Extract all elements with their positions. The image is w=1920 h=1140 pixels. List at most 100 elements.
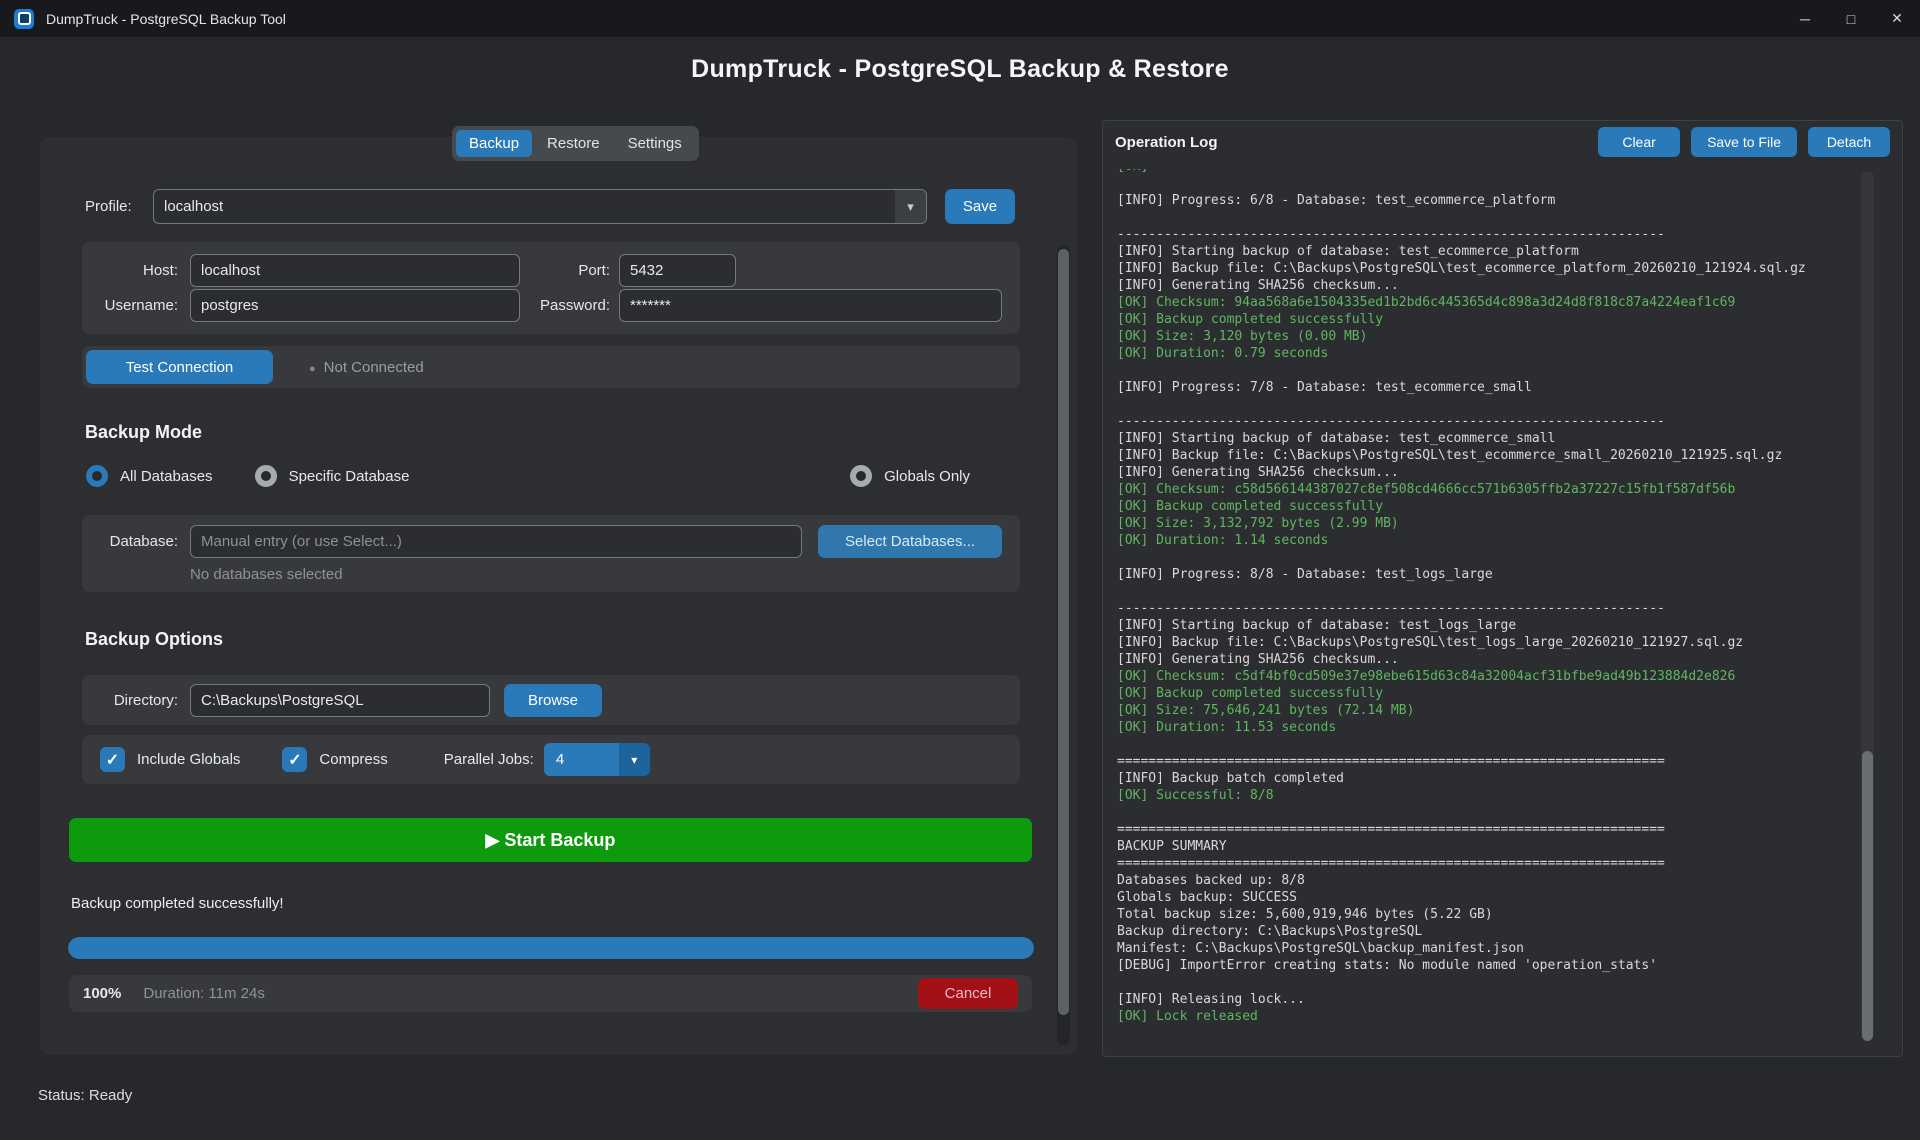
log-line: [OK] Size: 75,646,241 bytes (72.14 MB) xyxy=(1117,702,1856,719)
log-line: [INFO] Backup file: C:\Backups\PostgreSQ… xyxy=(1117,447,1856,464)
log-line: [DEBUG] ImportError creating stats: No m… xyxy=(1117,957,1856,974)
window-controls: ─ □ ✕ xyxy=(1782,0,1920,37)
profile-combobox[interactable]: ▾ xyxy=(153,189,927,224)
radio-globals-only[interactable]: Globals Only xyxy=(850,465,970,487)
log-line: Globals backup: SUCCESS xyxy=(1117,889,1856,906)
profile-input[interactable] xyxy=(153,189,927,224)
form-scrollbar[interactable] xyxy=(1057,245,1070,1045)
radio-circle-icon[interactable] xyxy=(86,465,108,487)
radio-circle-icon[interactable] xyxy=(850,465,872,487)
password-label: Password: xyxy=(532,297,610,314)
database-input[interactable] xyxy=(190,525,802,558)
backup-mode-heading: Backup Mode xyxy=(85,422,202,443)
browse-button[interactable]: Browse xyxy=(504,684,602,717)
log-line: [INFO] Generating SHA256 checksum... xyxy=(1117,464,1856,481)
log-buttons: Clear Save to File Detach xyxy=(1598,127,1890,157)
options-row: ✓ Include Globals ✓ Compress Parallel Jo… xyxy=(82,735,1020,784)
profile-row: Profile: ▾ Save xyxy=(85,189,1015,224)
log-line: ========================================… xyxy=(1117,753,1856,770)
log-line xyxy=(1117,209,1856,226)
radio-label: Globals Only xyxy=(884,468,970,485)
status-dot-icon: ● xyxy=(309,363,316,375)
log-line: [INFO] Progress: 7/8 - Database: test_ec… xyxy=(1117,379,1856,396)
progress-bar xyxy=(68,937,1034,959)
log-line xyxy=(1117,583,1856,600)
log-line: [INFO] Starting backup of database: test… xyxy=(1117,617,1856,634)
log-line: [OK] Backup completed successfully xyxy=(1117,311,1856,328)
profile-label: Profile: xyxy=(85,198,143,215)
form-scrollbar-thumb[interactable] xyxy=(1058,249,1069,1015)
directory-row: Directory: Browse xyxy=(82,675,1020,725)
log-line: [OK] Duration: 11.53 seconds xyxy=(1117,719,1856,736)
radio-circle-icon[interactable] xyxy=(255,465,277,487)
backup-form-panel: Profile: ▾ Save Host: Port: Username: Pa… xyxy=(40,137,1077,1055)
log-line: [OK] Checksum: 94aa568a6e1504335ed1b2bd6… xyxy=(1117,294,1856,311)
log-scrollbar[interactable] xyxy=(1861,171,1874,1038)
radio-all-databases[interactable]: All Databases xyxy=(86,465,213,487)
password-input[interactable] xyxy=(619,289,1002,322)
log-line: [OK] Duration: 0.79 seconds xyxy=(1117,345,1856,362)
log-line: Databases backed up: 8/8 xyxy=(1117,872,1856,889)
compress-checkbox[interactable]: ✓ xyxy=(282,747,307,772)
minimize-icon[interactable]: ─ xyxy=(1782,0,1828,37)
log-line: Manifest: C:\Backups\PostgreSQL\backup_m… xyxy=(1117,940,1856,957)
radio-specific-database[interactable]: Specific Database xyxy=(255,465,410,487)
log-line: Backup directory: C:\Backups\PostgreSQL xyxy=(1117,923,1856,940)
username-password-row: Username: Password: xyxy=(100,289,1002,322)
log-line xyxy=(1117,974,1856,991)
parallel-jobs-select[interactable]: 4 ▾ xyxy=(544,743,650,776)
parallel-jobs-value: 4 xyxy=(544,743,619,776)
log-scrollbar-thumb[interactable] xyxy=(1862,751,1873,1041)
progress-percent: 100% xyxy=(83,985,121,1002)
log-line: [OK] Backup completed successfully xyxy=(1117,685,1856,702)
log-line: ----------------------------------------… xyxy=(1117,413,1856,430)
app-icon xyxy=(14,9,34,29)
start-backup-button[interactable]: ▶ Start Backup xyxy=(69,818,1032,862)
tab-restore[interactable]: Restore xyxy=(534,130,613,157)
chevron-down-icon[interactable]: ▾ xyxy=(895,190,926,223)
directory-input[interactable] xyxy=(190,684,490,717)
test-connection-button[interactable]: Test Connection xyxy=(86,350,273,384)
log-line: ========================================… xyxy=(1117,821,1856,838)
backup-options-heading: Backup Options xyxy=(85,629,223,650)
include-globals-checkbox[interactable]: ✓ xyxy=(100,747,125,772)
log-line: [INFO] Backup file: C:\Backups\PostgreSQ… xyxy=(1117,260,1856,277)
progress-fill xyxy=(68,937,1034,959)
log-line xyxy=(1117,804,1856,821)
username-label: Username: xyxy=(100,297,178,314)
database-selection-status: No databases selected xyxy=(190,566,1002,583)
username-input[interactable] xyxy=(190,289,520,322)
maximize-icon[interactable]: □ xyxy=(1828,0,1874,37)
log-line: [OK] Backup completed successfully xyxy=(1117,498,1856,515)
compress-label: Compress xyxy=(319,751,387,768)
run-status-message: Backup completed successfully! xyxy=(71,895,284,912)
log-line: [OK] Checksum: c5df4bf0cd509e37e98ebe615… xyxy=(1117,668,1856,685)
log-line: [OK] Size: 3,132,792 bytes (2.99 MB) xyxy=(1117,515,1856,532)
chevron-down-icon[interactable]: ▾ xyxy=(619,743,650,776)
save-profile-button[interactable]: Save xyxy=(945,189,1015,224)
port-input[interactable] xyxy=(619,254,736,287)
log-line: [INFO] Releasing lock... xyxy=(1117,991,1856,1008)
radio-label: All Databases xyxy=(120,468,213,485)
clear-button[interactable]: Clear xyxy=(1598,127,1680,157)
log-header: Operation Log ClearSave to FileDetach xyxy=(1103,121,1902,163)
host-input[interactable] xyxy=(190,254,520,287)
log-line xyxy=(1117,736,1856,753)
tab-backup[interactable]: Backup xyxy=(456,130,532,157)
log-line: Total backup size: 5,600,919,946 bytes (… xyxy=(1117,906,1856,923)
save-to-file-button[interactable]: Save to File xyxy=(1691,127,1797,157)
log-line: [OK] Lock released xyxy=(1117,1008,1856,1025)
status-bar: Status: Ready xyxy=(38,1087,132,1104)
log-line: [INFO] Backup file: C:\Backups\PostgreSQ… xyxy=(1117,634,1856,651)
detach-button[interactable]: Detach xyxy=(1808,127,1890,157)
close-icon[interactable]: ✕ xyxy=(1874,0,1920,37)
cancel-button[interactable]: Cancel xyxy=(918,978,1018,1009)
port-label: Port: xyxy=(532,262,610,279)
select-databases-button[interactable]: Select Databases... xyxy=(818,525,1002,558)
host-port-row: Host: Port: xyxy=(100,254,1002,287)
tab-settings[interactable]: Settings xyxy=(615,130,695,157)
log-line xyxy=(1117,396,1856,413)
connection-status: ●Not Connected xyxy=(309,359,424,376)
log-line: [INFO] Generating SHA256 checksum... xyxy=(1117,277,1856,294)
log-line: [INFO] Backup batch completed xyxy=(1117,770,1856,787)
